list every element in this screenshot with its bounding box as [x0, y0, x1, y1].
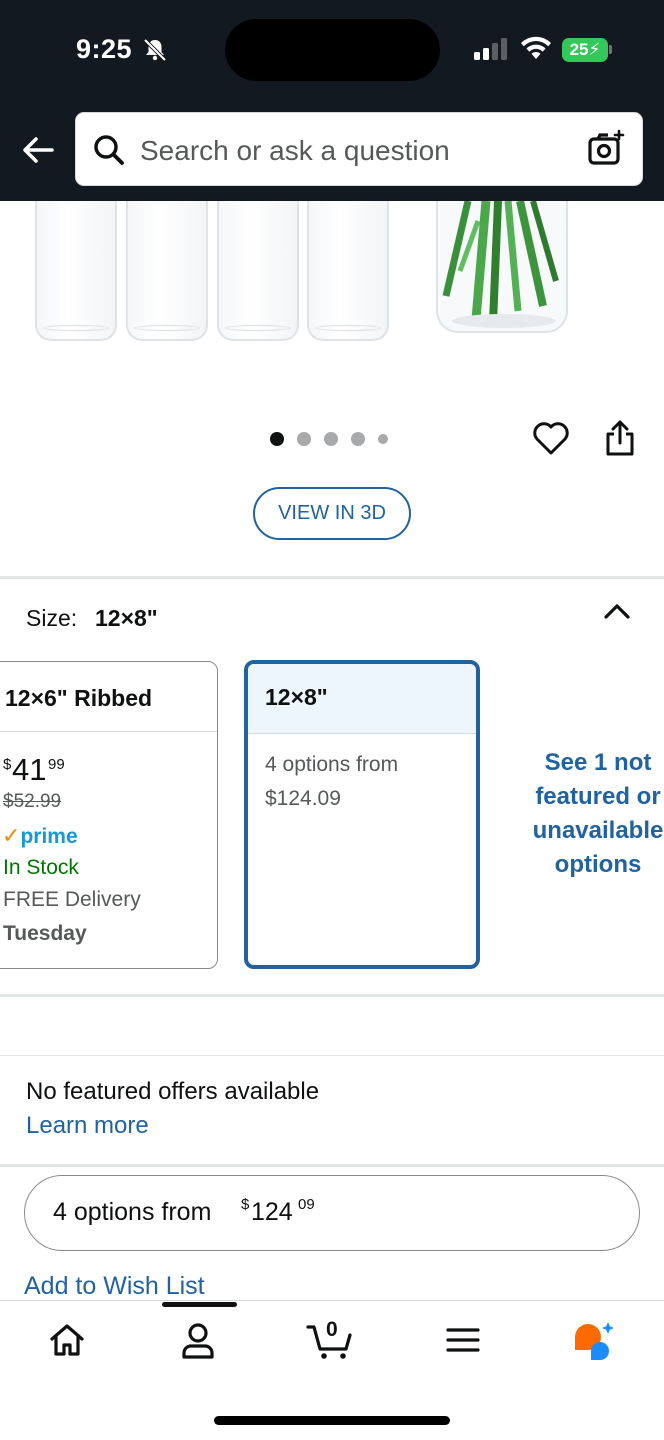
size-option-name: 12×6" Ribbed: [0, 662, 217, 732]
dynamic-island: [225, 19, 440, 81]
add-to-wish-list-link[interactable]: Add to Wish List: [24, 1272, 205, 1301]
product-image-bottle: [35, 201, 117, 341]
prime-badge: ✓prime: [2, 823, 78, 848]
section-divider: [0, 1164, 664, 1167]
delivery-text: FREE Delivery: [3, 888, 141, 911]
section-divider: [0, 1055, 664, 1056]
search-input[interactable]: Search or ask a question: [75, 112, 643, 186]
wifi-icon: [521, 36, 551, 59]
see-all-options-button[interactable]: 4 options from $ 124 09: [24, 1175, 640, 1251]
size-option-card-selected[interactable]: 12×8": [244, 660, 480, 969]
cell-signal-icon: [474, 38, 507, 60]
product-image-carousel[interactable]: [0, 201, 664, 391]
status-time: 9:25: [76, 34, 133, 64]
app-header: 9:25 25⚡ Search or ask a question: [0, 0, 664, 201]
stock-status: In Stock: [3, 856, 79, 879]
see-unavailable-options-link[interactable]: See 1 not featured or unavailable option…: [518, 746, 664, 882]
price-symbol: $: [3, 756, 12, 773]
section-divider: [0, 576, 664, 579]
camera-search-icon[interactable]: [586, 129, 626, 169]
pagination-dot[interactable]: [351, 432, 365, 446]
section-divider: [0, 994, 664, 997]
home-icon[interactable]: [47, 1320, 87, 1360]
pagination-dot[interactable]: [324, 432, 338, 446]
product-image-vase-with-stems: [436, 201, 568, 333]
options-from-price: $124.09: [265, 787, 341, 810]
active-tab-indicator: [162, 1302, 237, 1307]
pagination-dot[interactable]: [378, 434, 388, 444]
delivery-day: Tuesday: [3, 922, 87, 945]
list-price: $52.99: [3, 791, 62, 812]
search-placeholder: Search or ask a question: [140, 135, 450, 166]
cart-count: 0: [326, 1318, 338, 1341]
pagination-dot[interactable]: [297, 432, 311, 446]
share-icon[interactable]: [603, 419, 637, 457]
home-indicator: [214, 1416, 450, 1425]
learn-more-link[interactable]: Learn more: [26, 1112, 149, 1140]
battery-indicator: 25⚡: [562, 38, 608, 62]
size-selected-value: 12×8": [95, 605, 158, 631]
options-button-symbol: $: [241, 1196, 250, 1213]
options-button-label: 4 options from: [53, 1198, 212, 1226]
silent-bell-icon: [143, 38, 167, 62]
product-image-bottle: [217, 201, 299, 341]
image-pagination-dots[interactable]: [270, 431, 388, 447]
chevron-up-icon[interactable]: [603, 601, 631, 621]
battery-tip: [609, 45, 612, 54]
size-option-name: 12×8": [248, 664, 476, 734]
price-fraction: 99: [48, 756, 65, 773]
search-icon: [94, 135, 124, 165]
product-image-bottle: [307, 201, 389, 341]
account-icon[interactable]: [178, 1320, 218, 1360]
pagination-dot[interactable]: [270, 432, 284, 446]
product-image-bottle: [126, 201, 208, 341]
options-count-text: 4 options from: [265, 753, 399, 776]
price-whole: 41: [12, 752, 47, 787]
size-label: Size:: [26, 605, 78, 631]
heart-icon[interactable]: [532, 420, 570, 456]
view-in-3d-button[interactable]: VIEW IN 3D: [253, 487, 411, 540]
menu-icon[interactable]: [443, 1320, 483, 1360]
back-arrow-icon[interactable]: [18, 130, 58, 170]
no-offers-message: No featured offers available: [26, 1078, 320, 1105]
options-button-fraction: 09: [298, 1196, 315, 1213]
rufus-assistant-icon[interactable]: [570, 1320, 618, 1364]
options-button-whole: 124: [251, 1198, 293, 1226]
